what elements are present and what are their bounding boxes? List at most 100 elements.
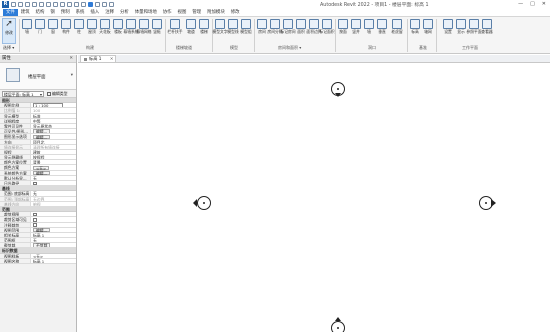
tag-icon[interactable] [67, 2, 72, 7]
property-value[interactable]: 编辑... [31, 170, 76, 175]
property-value[interactable]: 100 [31, 108, 76, 113]
type-selector[interactable]: 楼层平面 ▾ [0, 63, 76, 90]
property-value[interactable]: 无 [31, 175, 76, 180]
property-value[interactable] [31, 212, 76, 217]
property-value[interactable]: 显示原状态 [31, 123, 76, 129]
wall-opening-button[interactable]: 墙 [362, 18, 376, 44]
close-hidden-icon[interactable] [102, 2, 107, 7]
tab-structure[interactable]: 结构 [33, 9, 48, 16]
section-icon[interactable] [88, 2, 93, 7]
close-icon[interactable]: ✕ [69, 55, 73, 63]
curtain-grid-button[interactable]: 幕墙网格 [136, 18, 152, 44]
tab-annotate[interactable]: 注释 [102, 9, 117, 16]
property-edit-button[interactable]: 编辑... [33, 134, 51, 139]
property-value[interactable]: 无边界 [31, 196, 76, 201]
measure-icon[interactable] [53, 2, 58, 7]
property-value[interactable]: 无 [31, 238, 76, 243]
tab-steel[interactable]: 钢 [47, 9, 57, 16]
tab-manage[interactable]: 管理 [189, 9, 204, 16]
viewer-button[interactable]: 查看器 [480, 18, 494, 44]
window-button[interactable]: 窗 [46, 18, 60, 44]
property-value[interactable]: 清理所有墙连接 [31, 144, 76, 149]
3d-view-icon[interactable] [81, 2, 86, 7]
ceiling-button[interactable]: 天花板 [98, 18, 112, 44]
shaft-button[interactable]: 竖井 [349, 18, 363, 44]
property-value[interactable]: 无 [31, 191, 76, 196]
property-value[interactable]: <无> [31, 253, 76, 258]
property-checkbox[interactable] [33, 212, 37, 217]
property-value[interactable] [31, 181, 76, 186]
select-dropdown[interactable]: 选择 ▾ [3, 45, 14, 51]
property-value[interactable]: 不剪裁 [31, 243, 76, 248]
property-value[interactable]: 项目北 [31, 139, 76, 144]
elevation-marker-south[interactable] [331, 321, 345, 332]
group-room-area-label[interactable]: 房间和面积 ▾ [278, 45, 301, 51]
tab-systems[interactable]: 系统 [73, 9, 88, 16]
stair-button[interactable]: 楼梯 [197, 18, 211, 44]
tab-massing[interactable]: 体量和场地 [132, 9, 160, 16]
property-value[interactable] [31, 217, 76, 222]
save-icon[interactable] [18, 2, 23, 7]
property-value[interactable] [31, 222, 76, 227]
property-checkbox[interactable] [33, 181, 37, 186]
tab-analyze[interactable]: 分析 [117, 9, 132, 16]
thin-lines-icon[interactable] [95, 2, 100, 7]
property-value[interactable]: 标高 1 [31, 258, 76, 263]
chevron-down-icon[interactable]: ▾ [71, 73, 73, 78]
property-value[interactable]: 标高 1 [31, 232, 76, 238]
tab-precast[interactable]: 预制 [58, 9, 73, 16]
level-button[interactable]: 标高 [408, 18, 422, 44]
model-group-button[interactable]: 模型组 [239, 18, 253, 44]
property-value[interactable]: 建筑 [31, 149, 76, 155]
print-icon[interactable] [46, 2, 51, 7]
close-icon[interactable]: ✕ [110, 56, 114, 63]
tab-insert[interactable]: 插入 [87, 9, 102, 16]
property-checkbox[interactable] [33, 217, 37, 222]
railing-button[interactable]: 栏杆扶手 [166, 18, 184, 44]
maximize-icon[interactable]: □ [530, 1, 535, 7]
tab-architecture[interactable]: 建筑 [18, 9, 33, 16]
instance-selector[interactable]: 楼层平面: 标高 1 [2, 90, 44, 97]
property-input[interactable]: 1 : 100 [33, 103, 63, 108]
property-value[interactable]: 编辑... [31, 227, 76, 232]
drawing-canvas[interactable] [78, 63, 550, 332]
tag-room-button[interactable]: 标记房间 [280, 18, 296, 44]
open-icon[interactable] [11, 2, 16, 7]
property-value[interactable]: 中等 [31, 118, 76, 123]
tab-view[interactable]: 视图 [175, 9, 190, 16]
property-edit-button[interactable]: 编辑... [33, 129, 51, 134]
set-workplane-button[interactable]: 设置 [441, 18, 455, 44]
text-icon[interactable] [74, 2, 79, 7]
dimension-icon[interactable] [60, 2, 65, 7]
property-edit-button[interactable]: 编辑... [33, 227, 51, 232]
view-tab-level-1[interactable]: 标高 1 ✕ [80, 55, 117, 63]
tag-area-button[interactable]: 标记面积 [319, 18, 335, 44]
property-value[interactable]: <无> [31, 165, 76, 170]
property-edit-button[interactable]: 不剪裁 [33, 243, 51, 248]
model-line-button[interactable]: 模型线 [226, 18, 240, 44]
mullion-button[interactable]: 竖梃 [150, 18, 164, 44]
property-checkbox[interactable] [33, 223, 37, 227]
elevation-marker-west[interactable] [197, 196, 211, 210]
property-edit-button[interactable]: <无> [33, 165, 50, 170]
property-value[interactable]: 按规程 [31, 155, 76, 160]
edit-type-button[interactable]: 编辑类型 [47, 91, 68, 97]
by-face-button[interactable]: 按面 [336, 18, 350, 44]
roof-button[interactable]: 屋顶 [85, 18, 99, 44]
modify-button[interactable]: ➚ 修改 [2, 18, 16, 44]
property-value[interactable]: 1 : 100 [31, 103, 76, 108]
vertical-opening-button[interactable]: 垂直 [375, 18, 389, 44]
property-value[interactable]: 背景 [31, 160, 76, 165]
component-button[interactable]: 构件 [59, 18, 73, 44]
wall-button[interactable]: 墙 [20, 18, 34, 44]
minimize-icon[interactable]: — [518, 1, 523, 7]
model-text-button[interactable]: 模型文字 [212, 18, 228, 44]
grid-button[interactable]: 轴网 [421, 18, 435, 44]
undo-icon[interactable] [32, 2, 37, 7]
column-button[interactable]: 柱 [72, 18, 86, 44]
sync-icon[interactable] [25, 2, 30, 7]
ramp-button[interactable]: 坡道 [184, 18, 198, 44]
tab-addins[interactable]: 附加模块 [204, 9, 228, 16]
tab-file[interactable]: 文件 [3, 9, 18, 16]
dormer-button[interactable]: 老虎窗 [388, 18, 406, 44]
